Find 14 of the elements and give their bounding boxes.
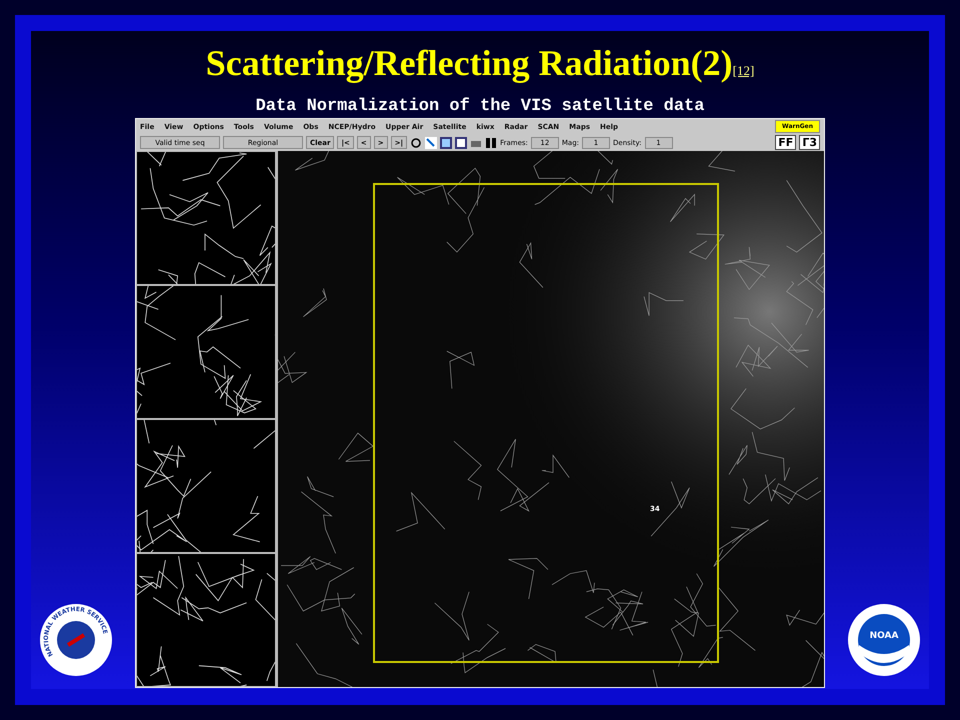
map-thumbnail[interactable] (137, 554, 275, 686)
slide-title: Scattering/Reflecting Radiation(2)[12] (206, 42, 754, 85)
cursor-icon[interactable] (425, 136, 438, 149)
reference-link[interactable]: [12] (732, 63, 754, 78)
noaa-logo: NOAA (847, 603, 921, 677)
loop-icon[interactable] (410, 136, 422, 149)
slide-subtitle: Data Normalization of the VIS satellite data (256, 97, 704, 116)
map-thumbnail[interactable] (137, 420, 275, 552)
image-icon[interactable] (455, 136, 468, 149)
map-thumbnail[interactable] (137, 152, 275, 284)
image-icon[interactable] (440, 136, 452, 149)
map-thumbnail[interactable] (137, 286, 275, 418)
toolbar-button[interactable]: Γ3 (799, 135, 820, 150)
toolbar-button[interactable]: FF (775, 135, 796, 150)
